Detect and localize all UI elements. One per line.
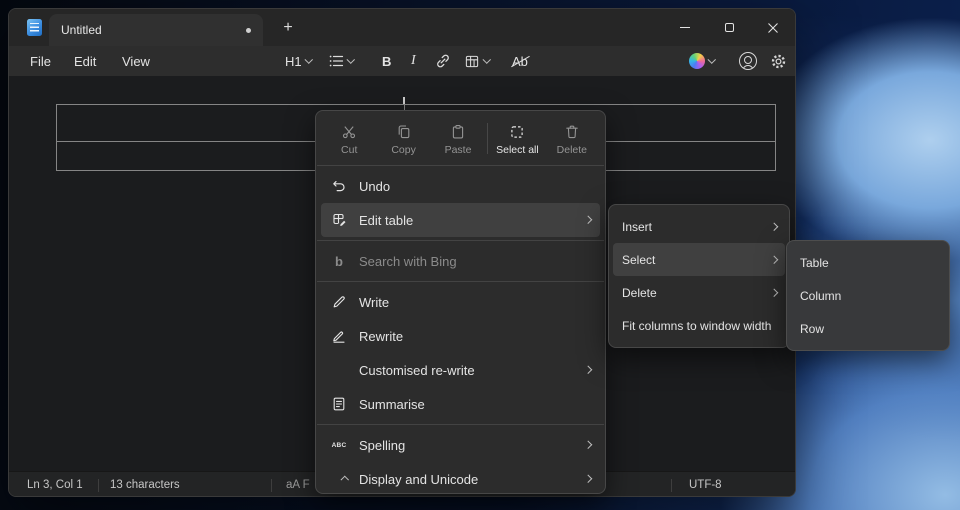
statusbar-separator — [271, 479, 272, 492]
select-all-icon — [511, 126, 524, 138]
cursor-position: Ln 3, Col 1 — [27, 479, 83, 491]
desktop-wallpaper: Untitled + File Edit View H1 B I Ab Ln 3… — [0, 0, 960, 510]
submenu-item-delete[interactable]: Delete — [613, 276, 785, 309]
account-icon — [739, 52, 757, 70]
chevron-right-icon — [769, 222, 778, 231]
edit-table-submenu: Insert Select Delete Fit columns to wind… — [608, 204, 790, 348]
delete-button[interactable]: Delete — [545, 117, 599, 160]
clear-formatting-button[interactable]: Ab — [512, 46, 528, 76]
bing-icon: b — [335, 253, 343, 269]
list-icon — [329, 55, 344, 67]
menu-item-summarise[interactable]: Summarise — [321, 387, 600, 421]
spelling-icon: ABC — [331, 441, 347, 449]
select-submenu: Table Column Row — [786, 240, 950, 351]
submenu-item-insert[interactable]: Insert — [613, 210, 785, 243]
menu-item-edit-table[interactable]: Edit table — [321, 203, 600, 237]
submenu-item-row[interactable]: Row — [791, 312, 945, 345]
table-icon — [465, 55, 479, 67]
chevron-down-icon — [346, 55, 355, 64]
table-dropdown[interactable] — [464, 46, 491, 76]
menu-item-undo[interactable]: Undo — [321, 169, 600, 203]
chevron-right-icon — [769, 255, 778, 264]
menu-item-spelling[interactable]: ABC Spelling — [321, 428, 600, 462]
settings-button[interactable] — [770, 46, 787, 76]
menu-separator — [317, 424, 604, 425]
cut-icon — [343, 126, 356, 139]
title-bar: Untitled + — [9, 9, 795, 46]
unsaved-indicator-icon — [246, 27, 251, 33]
context-menu: Cut Copy Paste Select all Delete Undo Ed… — [315, 110, 606, 494]
paste-button[interactable]: Paste — [431, 117, 485, 160]
clear-formatting-icon: Ab — [512, 53, 528, 69]
encoding-indicator: UTF-8 — [689, 479, 722, 491]
chevron-down-icon — [482, 55, 491, 64]
minimize-button[interactable] — [663, 9, 707, 46]
submenu-item-table[interactable]: Table — [791, 246, 945, 279]
select-all-button[interactable]: Select all — [490, 117, 544, 160]
maximize-button[interactable] — [707, 9, 751, 46]
list-dropdown[interactable] — [329, 46, 355, 76]
statusbar-separator — [671, 479, 672, 492]
statusbar-separator — [98, 479, 99, 492]
copilot-icon — [689, 53, 705, 69]
copy-icon — [398, 125, 409, 139]
menu-separator — [317, 281, 604, 282]
copy-button[interactable]: Copy — [376, 117, 430, 160]
maximize-icon — [724, 23, 734, 32]
menu-file[interactable]: File — [26, 46, 55, 76]
edit-table-icon — [331, 212, 347, 228]
chevron-right-icon — [583, 475, 592, 483]
display-unicode-icon — [331, 471, 349, 487]
menu-separator — [317, 240, 604, 241]
italic-button[interactable]: I — [411, 46, 416, 76]
context-menu-button-row: Cut Copy Paste Select all Delete — [316, 115, 605, 162]
blank-icon — [331, 362, 347, 378]
menu-item-rewrite[interactable]: Rewrite — [321, 319, 600, 353]
new-tab-button[interactable]: + — [275, 16, 301, 40]
toolbar: File Edit View H1 B I Ab — [9, 46, 795, 76]
submenu-item-column[interactable]: Column — [791, 279, 945, 312]
menu-separator — [317, 165, 604, 166]
button-row-separator — [487, 123, 489, 154]
close-icon — [768, 22, 778, 33]
copilot-dropdown[interactable] — [689, 46, 716, 76]
account-button[interactable] — [739, 46, 757, 76]
submenu-item-select[interactable]: Select — [613, 243, 785, 276]
link-button[interactable] — [435, 46, 451, 76]
chevron-right-icon — [583, 441, 592, 449]
menu-item-search-with-bing[interactable]: b Search with Bing — [321, 244, 600, 278]
chevron-right-icon — [769, 288, 778, 297]
heading-dropdown[interactable]: H1 — [285, 46, 313, 76]
notepad-app-icon — [27, 19, 42, 36]
undo-icon — [331, 178, 347, 194]
paste-icon — [452, 125, 464, 139]
bold-button[interactable]: B — [382, 46, 391, 76]
tab-untitled[interactable]: Untitled — [49, 14, 263, 46]
chevron-right-icon — [583, 216, 592, 224]
menu-view[interactable]: View — [118, 46, 154, 76]
menu-item-display-and-unicode[interactable]: Display and Unicode — [321, 462, 600, 493]
character-count: 13 characters — [110, 479, 180, 491]
link-icon — [437, 54, 449, 68]
submenu-item-fit-columns[interactable]: Fit columns to window width — [613, 309, 785, 342]
gear-icon — [771, 54, 786, 68]
delete-icon — [566, 125, 578, 139]
menu-item-write[interactable]: Write — [321, 285, 600, 319]
write-icon — [331, 294, 347, 310]
chevron-down-icon — [707, 55, 716, 64]
summarise-icon — [331, 396, 347, 412]
statusbar-fragment: aA F — [286, 479, 310, 491]
window-controls — [663, 9, 795, 46]
menu-edit[interactable]: Edit — [70, 46, 100, 76]
tab-title: Untitled — [61, 23, 102, 37]
chevron-down-icon — [304, 55, 313, 64]
chevron-right-icon — [583, 366, 592, 374]
cut-button[interactable]: Cut — [322, 117, 376, 160]
minimize-icon — [680, 26, 690, 29]
close-button[interactable] — [751, 9, 795, 46]
rewrite-icon — [331, 328, 347, 344]
menu-item-customised-rewrite[interactable]: Customised re-write — [321, 353, 600, 387]
